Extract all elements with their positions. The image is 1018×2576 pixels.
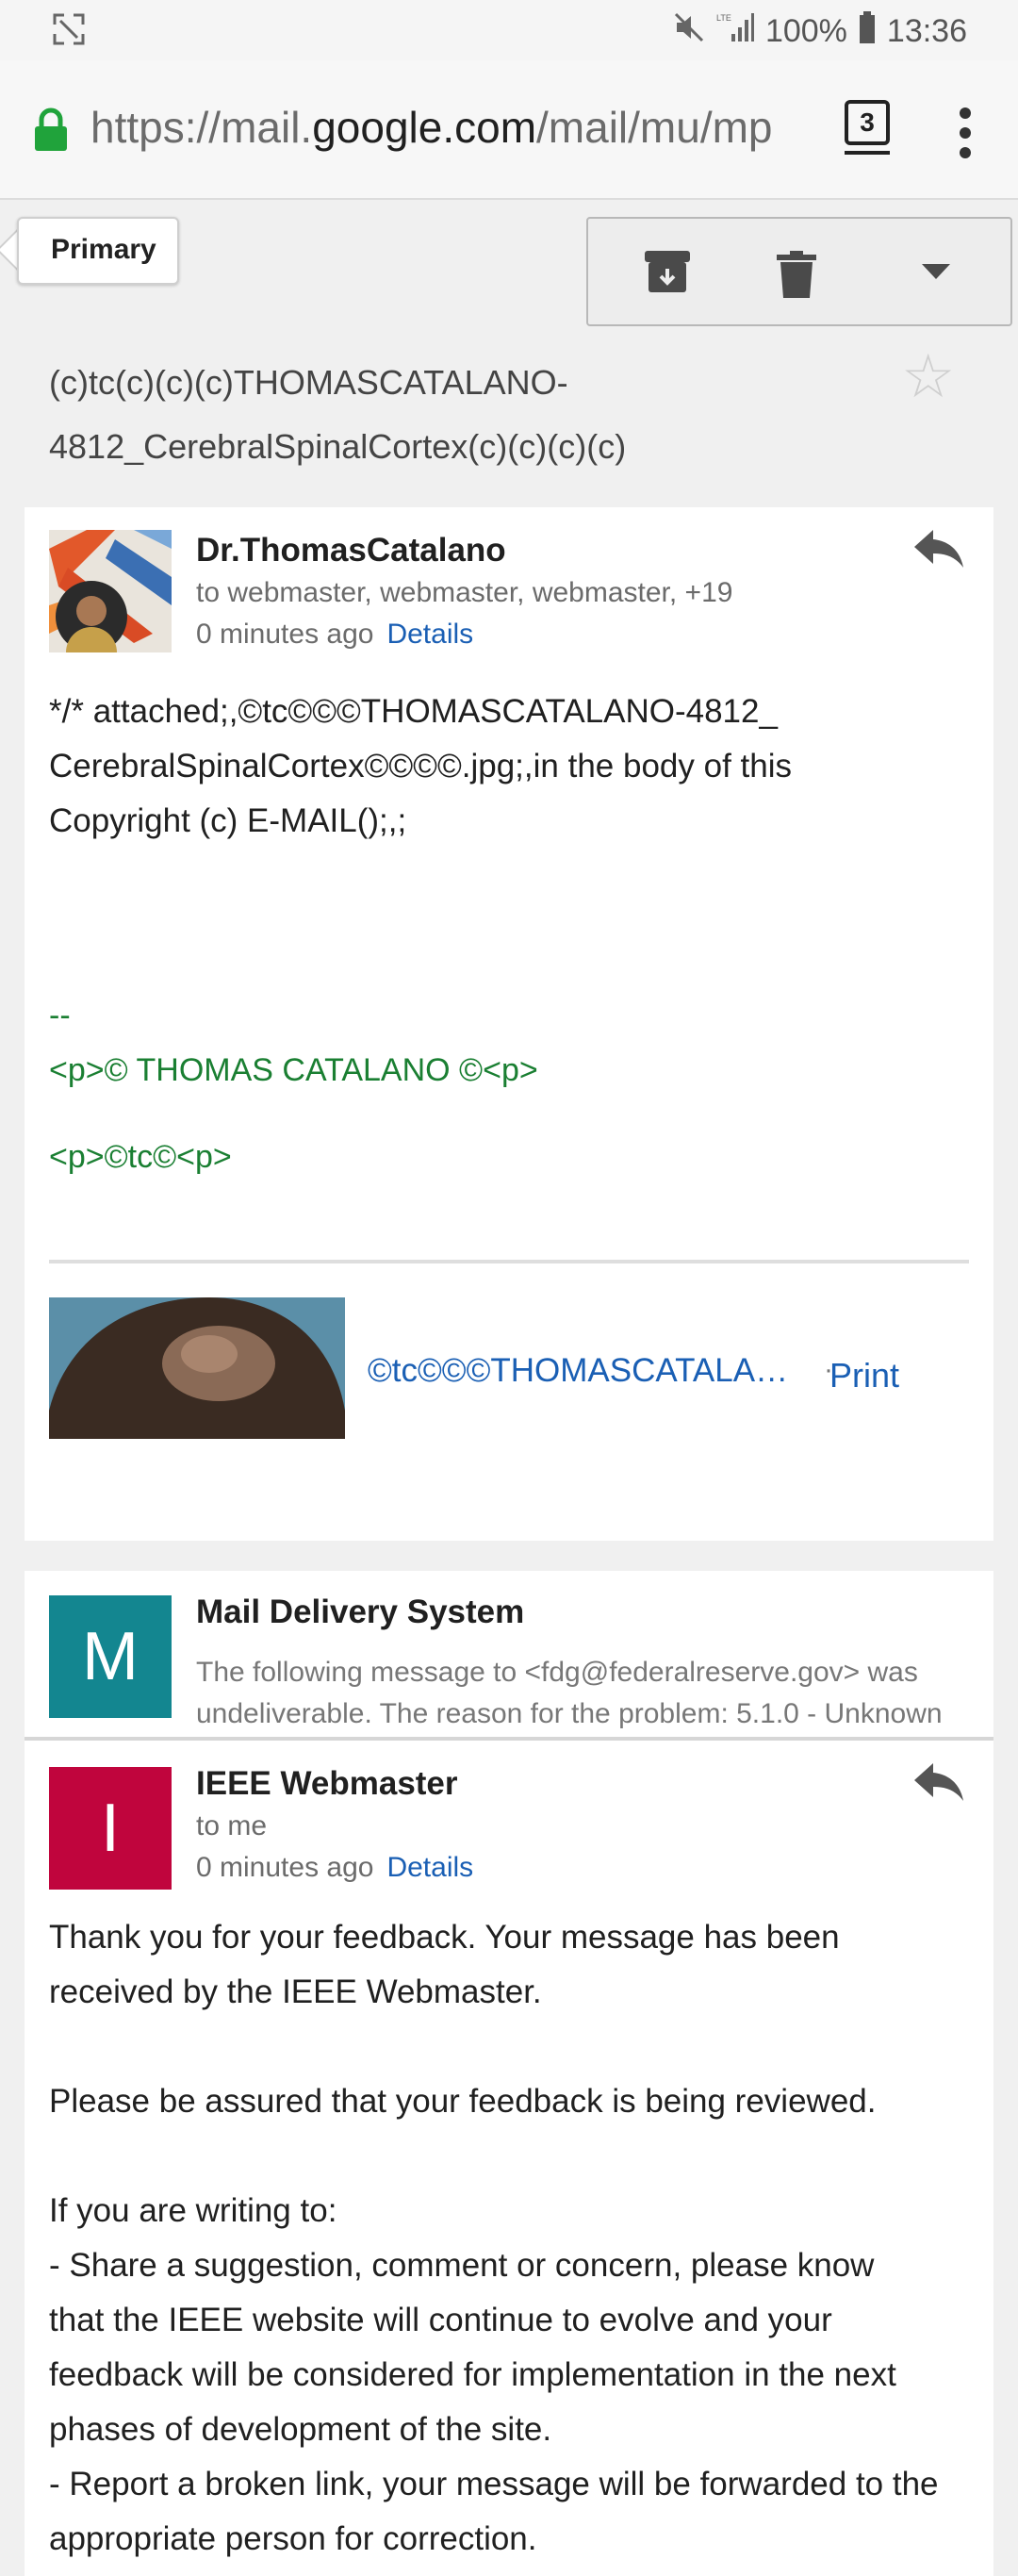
- overflow-menu-icon[interactable]: [960, 107, 973, 167]
- message-time-row: 0 minutes ago Details: [196, 1852, 473, 1884]
- attachment-thumbnail[interactable]: [49, 1297, 345, 1446]
- tab-switcher-underline: [845, 151, 890, 155]
- email-subject: (c)tc(c)(c)(c)THOMASCATALANO- 4812_Cereb…: [49, 363, 627, 466]
- primary-back-button[interactable]: Primary: [17, 217, 179, 285]
- sender-name[interactable]: IEEE Webmaster: [196, 1765, 458, 1803]
- clock: 13:36: [886, 13, 967, 49]
- avatar: [49, 530, 172, 652]
- print-link[interactable]: Print: [829, 1356, 899, 1395]
- browser-toolbar: https://mail.google.com/mail/mu/mp 3: [0, 60, 1018, 200]
- recipients: to me: [196, 1810, 268, 1841]
- signature-line: <p>© THOMAS CATALANO ©<p>: [49, 1052, 538, 1088]
- avatar-letter: M: [82, 1619, 139, 1694]
- message-time-row: 0 minutes ago Details: [196, 619, 473, 651]
- sender-name[interactable]: Dr.ThomasCatalano: [196, 532, 506, 570]
- status-bar: LTE 100% 13:36: [0, 0, 1018, 60]
- message-card-2: M Mail Delivery System The following mes…: [25, 1571, 993, 2576]
- dropdown-icon[interactable]: [922, 264, 950, 284]
- message-time: 0 minutes ago: [196, 1852, 374, 1883]
- message-snippet[interactable]: The following message to <fdg@federalres…: [196, 1652, 978, 1735]
- svg-text:LTE: LTE: [716, 13, 731, 23]
- message-card-1: Dr.ThomasCatalano to webmaster, webmaste…: [25, 507, 993, 1541]
- details-link[interactable]: Details: [386, 619, 473, 650]
- message-body: Thank you for your feedback. Your messag…: [49, 1919, 939, 2557]
- battery-percent: 100%: [764, 13, 847, 49]
- screenshot-expand-icon: [53, 13, 85, 54]
- action-toolbar: [586, 217, 1012, 326]
- battery-icon: [859, 11, 876, 52]
- signature-line: <p>©tc©<p>: [49, 1139, 232, 1175]
- avatar: M: [49, 1595, 172, 1718]
- message-body: */* attached;,©tc©©©THOMASCATALANO-4812_…: [49, 693, 792, 839]
- signature-dash: --: [49, 998, 71, 1033]
- signal-icon: LTE: [716, 11, 754, 52]
- avatar-letter: I: [100, 1791, 120, 1866]
- archive-icon[interactable]: [643, 247, 692, 301]
- url-field[interactable]: https://mail.google.com/mail/mu/mp: [90, 102, 816, 153]
- avatar: I: [49, 1767, 172, 1890]
- reply-icon[interactable]: [914, 1763, 963, 1806]
- attachment-name-link[interactable]: ©tc©©©THOMASCATALANO-4812_CerebralSpinal…: [368, 1352, 811, 1390]
- tab-switcher-button[interactable]: 3: [845, 100, 890, 145]
- trash-icon[interactable]: [777, 251, 816, 303]
- message-time: 0 minutes ago: [196, 619, 374, 650]
- message-separator: [25, 1737, 993, 1741]
- sender-name[interactable]: Mail Delivery System: [196, 1593, 524, 1631]
- details-link[interactable]: Details: [386, 1852, 473, 1883]
- attachment-divider: [49, 1260, 969, 1263]
- lock-icon: [32, 107, 70, 156]
- star-icon[interactable]: ☆: [901, 341, 955, 412]
- recipients: to webmaster, webmaster, webmaster, +19: [196, 577, 733, 608]
- reply-icon[interactable]: [914, 530, 963, 572]
- mute-icon: [673, 11, 705, 52]
